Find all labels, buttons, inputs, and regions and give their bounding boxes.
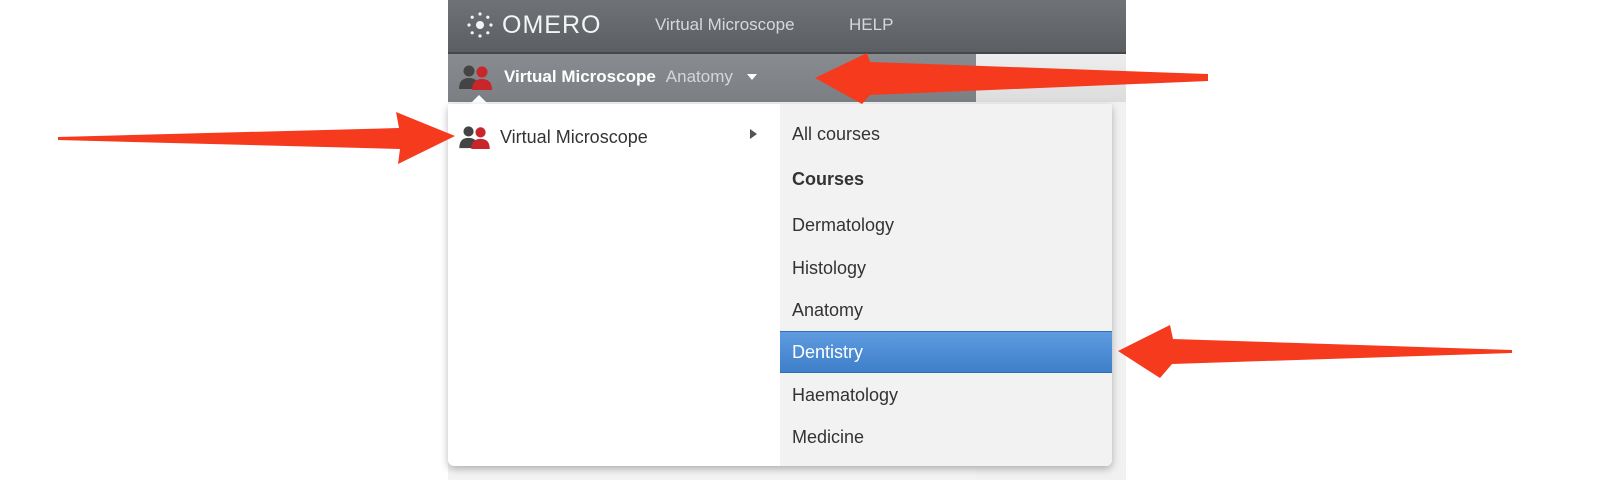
annotation-arrow-right — [1118, 325, 1512, 378]
menu-item-haematology[interactable]: Haematology — [780, 375, 1112, 415]
omero-logo-icon — [467, 12, 493, 38]
menu-item-all-courses[interactable]: All courses — [780, 114, 1112, 154]
menu-item-anatomy[interactable]: Anatomy — [780, 290, 1112, 330]
nav-link-virtual-microscope[interactable]: Virtual Microscope — [655, 15, 795, 35]
menu-item-dentistry[interactable]: Dentistry — [780, 331, 1112, 373]
dropdown-group-item[interactable]: Virtual Microscope — [458, 122, 648, 152]
current-user: Anatomy — [665, 67, 733, 86]
caret-down-icon — [746, 74, 757, 80]
menu-item-medicine[interactable]: Medicine — [780, 417, 1112, 457]
group-switcher-button[interactable]: Virtual Microscope Anatomy — [458, 62, 757, 92]
nav-link-help[interactable]: HELP — [849, 15, 893, 35]
annotation-arrow-left — [58, 112, 455, 164]
omero-logo[interactable]: OMERO — [466, 10, 601, 40]
menu-item-dermatology[interactable]: Dermatology — [780, 205, 1112, 245]
dropdown-group-label: Virtual Microscope — [500, 126, 648, 147]
menu-header-courses: Courses — [792, 168, 865, 189]
logo-text: OMERO — [502, 10, 602, 39]
group-name: Virtual Microscope — [504, 67, 656, 86]
menu-item-histology[interactable]: Histology — [780, 248, 1112, 288]
group-users-icon — [459, 126, 490, 149]
content-header-strip — [976, 54, 1126, 102]
chevron-right-icon — [750, 129, 757, 139]
group-users-icon — [459, 65, 492, 90]
